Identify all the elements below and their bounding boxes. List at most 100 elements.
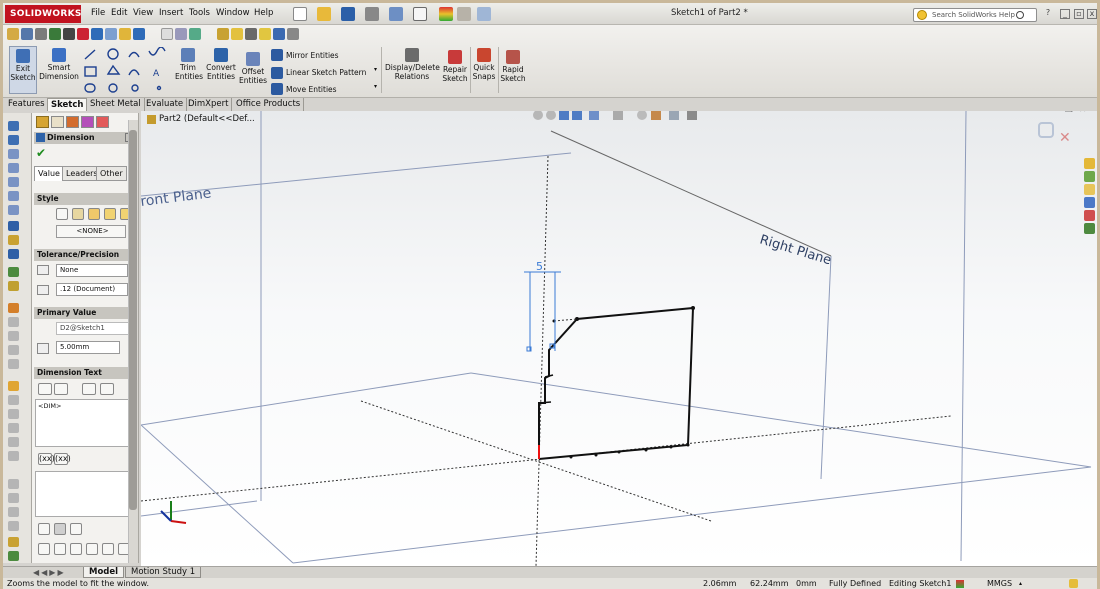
sketch-tool-icon[interactable] bbox=[8, 149, 19, 159]
trim-entities-button[interactable]: Trim Entities bbox=[175, 48, 203, 81]
previous-view-icon[interactable] bbox=[559, 111, 569, 120]
open-folder-icon[interactable] bbox=[317, 7, 331, 21]
tab-features[interactable]: Features bbox=[5, 98, 49, 111]
sketch-tool-icon[interactable] bbox=[8, 121, 19, 131]
sketch-tool-icon[interactable] bbox=[8, 249, 19, 259]
help-search-input[interactable]: Search SolidWorks Help bbox=[913, 8, 1037, 22]
dimension-5[interactable] bbox=[524, 271, 561, 352]
part-tree-label[interactable]: Part2 (Default<<Def... bbox=[159, 114, 255, 124]
tool-icon[interactable] bbox=[175, 28, 187, 40]
sketch-tool-icon[interactable] bbox=[8, 507, 19, 517]
menu-edit[interactable]: Edit bbox=[111, 8, 127, 18]
tool-icon[interactable] bbox=[77, 28, 89, 40]
tolerance-select[interactable]: None bbox=[56, 264, 128, 277]
repair-sketch-button[interactable]: Repair Sketch bbox=[441, 50, 469, 83]
diameter-symbol-icon[interactable] bbox=[38, 543, 50, 555]
menu-help[interactable]: Help bbox=[254, 8, 273, 18]
viewport-restore-icon[interactable]: ❐ bbox=[1065, 111, 1073, 115]
zoom-to-area-icon[interactable] bbox=[546, 111, 556, 120]
feature-manager-tab-icon[interactable] bbox=[36, 116, 49, 128]
sketch-tool-icon[interactable] bbox=[8, 163, 19, 173]
subtab-other[interactable]: Other bbox=[96, 166, 127, 181]
display-delete-relations-button[interactable]: Display/Delete Relations bbox=[385, 48, 440, 81]
configuration-manager-tab-icon[interactable] bbox=[66, 116, 79, 128]
rebuild-icon[interactable] bbox=[439, 7, 453, 21]
text-position-icon[interactable] bbox=[54, 383, 68, 395]
align-center-icon[interactable] bbox=[54, 523, 66, 535]
dimension-text-section-header[interactable]: Dimension Text bbox=[34, 367, 134, 379]
centerline-symbol-icon[interactable] bbox=[86, 543, 98, 555]
sketch-tool-icon[interactable] bbox=[8, 409, 19, 419]
sketch-tool-icon[interactable] bbox=[8, 493, 19, 503]
add-style-icon[interactable] bbox=[72, 208, 84, 220]
tab-office-products[interactable]: Office Products bbox=[233, 98, 305, 111]
precision-select[interactable]: .12 (Document) bbox=[56, 283, 128, 296]
more-symbols-icon[interactable] bbox=[102, 543, 114, 555]
dimension-text-box-top[interactable]: <DIM> bbox=[35, 399, 129, 447]
rapid-sketch-button[interactable]: Rapid Sketch bbox=[500, 50, 526, 83]
rebuild-status-icon[interactable] bbox=[956, 580, 964, 588]
dimension-value-label[interactable]: 5 bbox=[536, 260, 543, 273]
text-justify-icon[interactable] bbox=[100, 383, 114, 395]
tool-icon[interactable] bbox=[231, 28, 243, 40]
sketch-tool-icon[interactable] bbox=[8, 345, 19, 355]
part-icon[interactable] bbox=[147, 115, 156, 124]
display-style-icon[interactable] bbox=[613, 111, 623, 120]
new-document-icon[interactable] bbox=[293, 7, 307, 21]
graphics-area[interactable]: ront Plane Right Plane 5 Part2 (Default<… bbox=[141, 111, 1097, 566]
edit-appearance-icon[interactable] bbox=[651, 111, 661, 120]
move-entities-button[interactable]: Move Entities bbox=[286, 85, 337, 94]
sketch-profile[interactable] bbox=[538, 306, 695, 460]
tab-evaluate[interactable]: Evaluate bbox=[143, 98, 188, 111]
sketch-tool-icon[interactable] bbox=[8, 303, 19, 313]
mirror-entities-button[interactable]: Mirror Entities bbox=[286, 51, 339, 60]
appearances-icon[interactable] bbox=[1084, 210, 1095, 221]
menu-tools[interactable]: Tools bbox=[189, 8, 210, 18]
move-dropdown-icon[interactable]: ▾ bbox=[374, 83, 377, 90]
sketch-tool-icon[interactable] bbox=[8, 551, 19, 561]
sketch-tool-icon[interactable] bbox=[8, 521, 19, 531]
sketch-tool-icon[interactable] bbox=[8, 235, 19, 245]
close-button[interactable]: x bbox=[1087, 9, 1097, 19]
tool-icon[interactable] bbox=[161, 28, 173, 40]
apply-scene-icon[interactable] bbox=[669, 111, 679, 120]
primary-value-input[interactable]: 5.00mm bbox=[56, 341, 120, 354]
text-position-icon[interactable] bbox=[38, 383, 52, 395]
cancel-sketch-corner-icon[interactable]: ✕ bbox=[1059, 131, 1071, 145]
undo-icon[interactable] bbox=[389, 7, 403, 21]
sketch-tool-icon[interactable] bbox=[8, 451, 19, 461]
section-view-icon[interactable] bbox=[572, 111, 582, 120]
exit-sketch-corner-icon[interactable] bbox=[1038, 122, 1054, 138]
view-settings-icon[interactable] bbox=[687, 111, 697, 120]
viewport-close-icon[interactable]: ✕ bbox=[1079, 111, 1087, 115]
sketch-tool-icon[interactable] bbox=[8, 221, 19, 231]
quick-snaps-button[interactable]: Quick Snaps bbox=[471, 48, 497, 81]
tool-icon[interactable] bbox=[287, 28, 299, 40]
primary-value-name-field[interactable]: D2@Sketch1 bbox=[56, 322, 130, 335]
options-icon[interactable] bbox=[477, 7, 491, 21]
menu-window[interactable]: Window bbox=[216, 8, 250, 18]
sketch-tool-icon[interactable] bbox=[8, 537, 19, 547]
primary-value-section-header[interactable]: Primary Value bbox=[34, 307, 134, 319]
tab-model[interactable]: Model bbox=[83, 567, 125, 578]
menu-view[interactable]: View bbox=[133, 8, 153, 18]
print-icon[interactable] bbox=[365, 7, 379, 21]
offset-entities-button[interactable]: Offset Entities bbox=[239, 52, 267, 85]
tab-sketch[interactable]: Sketch bbox=[47, 98, 88, 111]
align-left-icon[interactable] bbox=[38, 523, 50, 535]
custom-properties-icon[interactable] bbox=[1084, 223, 1095, 234]
tab-navigation-arrows[interactable]: ◀◀▶▶ bbox=[33, 568, 66, 577]
tab-motion-study[interactable]: Motion Study 1 bbox=[125, 567, 202, 578]
sketch-tool-icon[interactable] bbox=[8, 135, 19, 145]
graphics-canvas[interactable]: ront Plane Right Plane 5 bbox=[141, 111, 1097, 566]
file-properties-icon[interactable] bbox=[457, 7, 471, 21]
solidworks-resources-icon[interactable] bbox=[1084, 158, 1095, 169]
tool-icon[interactable] bbox=[245, 28, 257, 40]
menu-file[interactable]: File bbox=[91, 8, 105, 18]
tool-icon[interactable] bbox=[35, 28, 47, 40]
file-explorer-icon[interactable] bbox=[1084, 184, 1095, 195]
sketch-tool-icon[interactable] bbox=[8, 395, 19, 405]
tool-icon[interactable] bbox=[21, 28, 33, 40]
tool-icon[interactable] bbox=[63, 28, 75, 40]
degree-symbol-icon[interactable] bbox=[54, 543, 66, 555]
